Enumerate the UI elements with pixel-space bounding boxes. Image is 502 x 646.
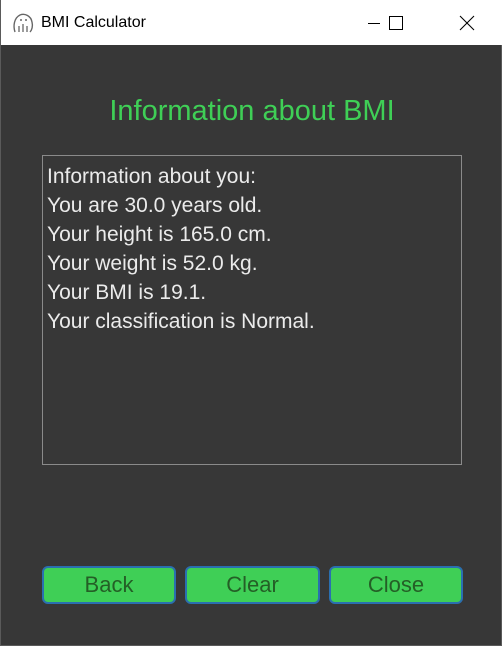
back-button-label: Back [84,572,134,597]
info-line-header: Information about you: [47,165,256,188]
info-line-bmi: Your BMI is 19.1. [47,281,207,304]
maximize-icon [389,15,403,30]
close-button-label: Close [367,572,425,597]
close-icon [459,15,475,30]
window-title: BMI Calculator [41,14,146,31]
maximize-button[interactable] [373,0,419,45]
title-bar[interactable]: BMI Calculator [1,0,502,45]
clear-button-label: Clear [226,572,279,597]
app-logo-icon [13,13,34,33]
info-line-weight: Your weight is 52.0 kg. [47,252,258,275]
info-line-classification: Your classification is Normal. [47,310,315,333]
page-title: Information about BMI [109,95,395,127]
clear-button[interactable]: Clear [185,566,320,604]
close-button[interactable]: Close [329,566,463,604]
window-close-button[interactable] [443,0,491,45]
back-button[interactable]: Back [42,566,176,604]
info-line-height: Your height is 165.0 cm. [47,223,272,246]
app-window: BMI Calculator Information about BMI Inf… [0,0,502,646]
info-text-area[interactable]: Information about you: You are 30.0 year… [42,155,462,465]
info-line-age: You are 30.0 years old. [47,194,263,217]
